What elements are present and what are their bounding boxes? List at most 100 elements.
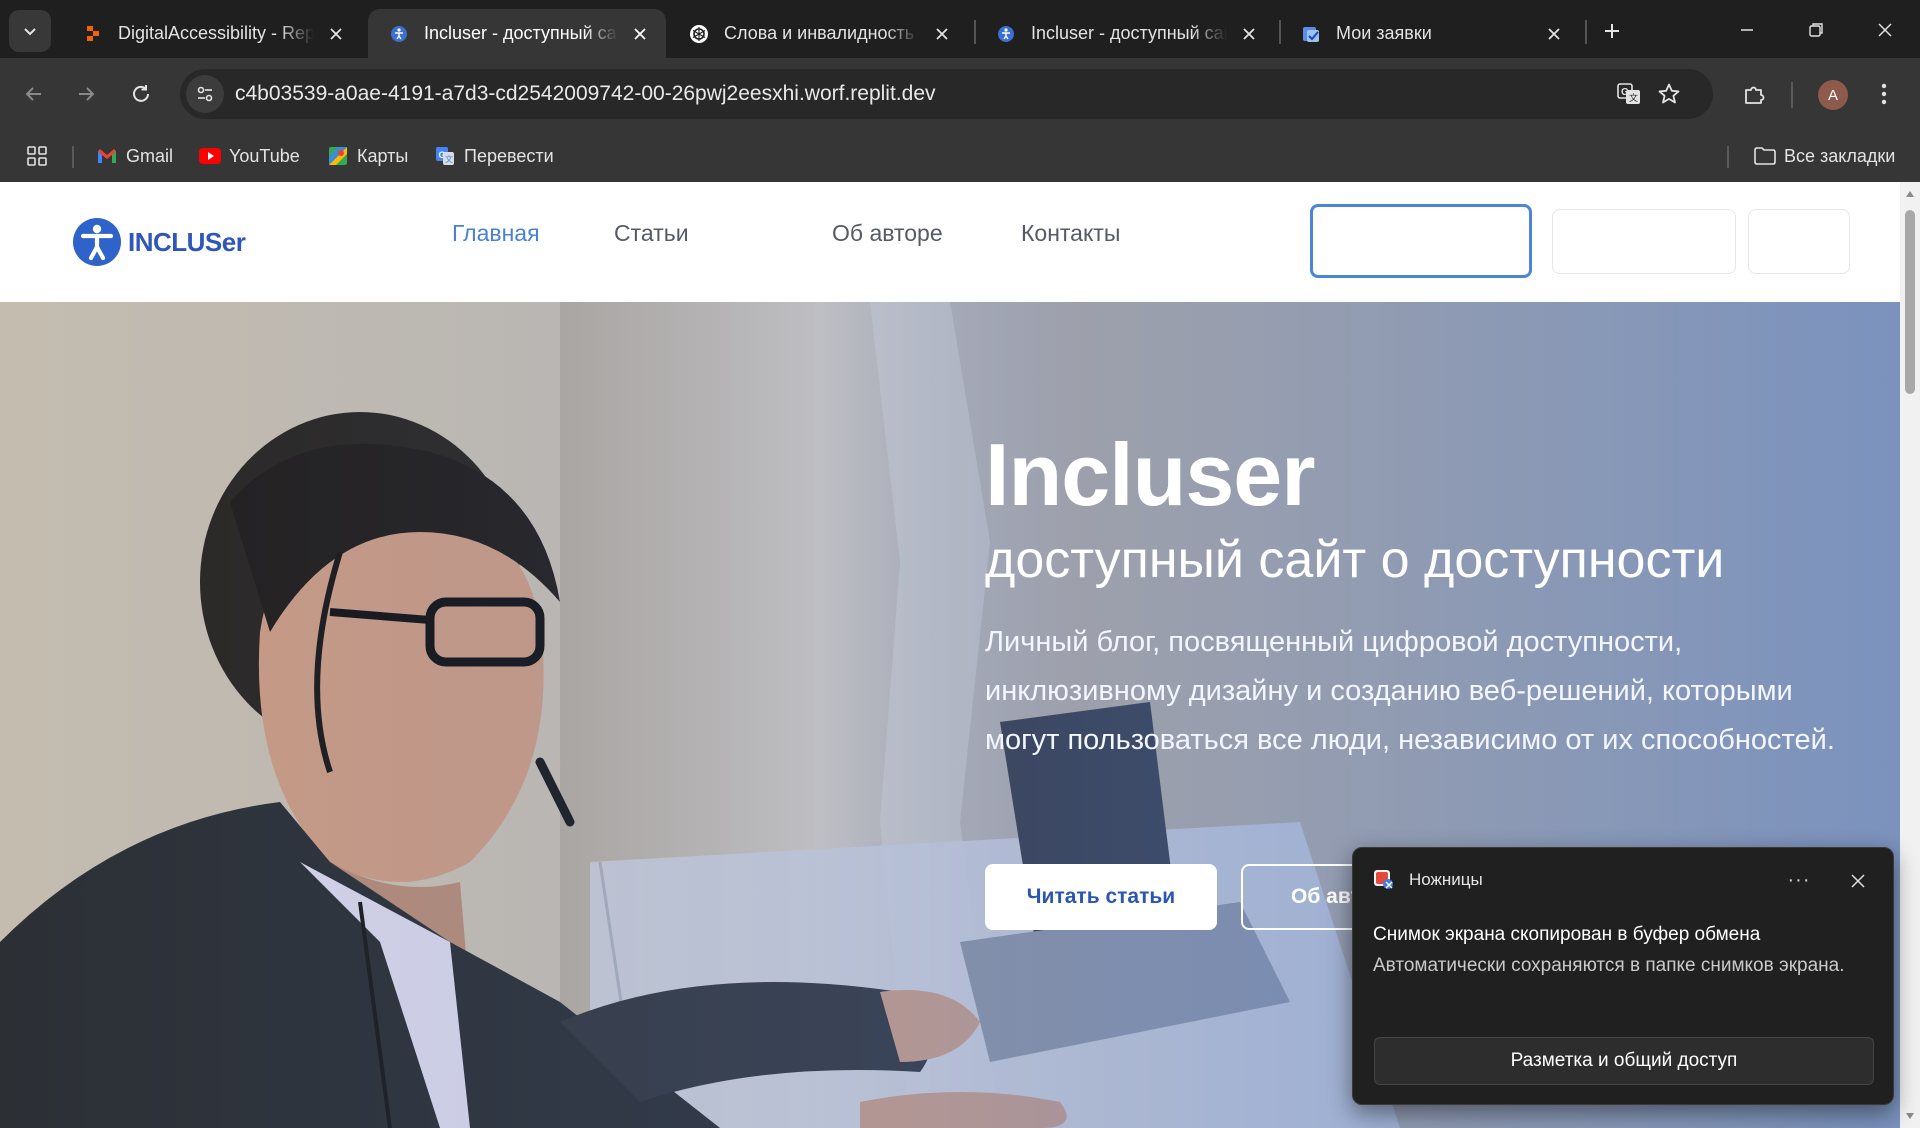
scroll-up-arrow-icon[interactable] <box>1904 188 1916 200</box>
close-tab-icon[interactable] <box>930 22 954 46</box>
incluser-favicon <box>388 23 410 45</box>
chevron-down-icon <box>24 28 36 36</box>
puzzle-icon <box>1745 86 1765 104</box>
browser-window: DigitalAccessibility - Repl Incluser - д… <box>0 0 1920 1128</box>
snipping-tool-icon <box>1374 870 1393 889</box>
plus-icon <box>1605 24 1619 38</box>
replit-icon <box>82 23 104 45</box>
header-button-focused[interactable] <box>1310 204 1532 278</box>
tab-my-requests[interactable]: Мои заявки <box>1280 9 1580 58</box>
header-button[interactable] <box>1748 209 1850 274</box>
tab-strip: DigitalAccessibility - Repl Incluser - д… <box>0 0 1920 58</box>
tab-separator <box>1585 20 1587 44</box>
bookmarks-bar: Gmail YouTube Карты G文 Перевести Все зак… <box>0 130 1920 182</box>
notification-app: Ножницы <box>1373 868 1483 892</box>
address-bar[interactable]: c4b03539-a0ae-4191-a7d3-cd2542009742-00-… <box>180 69 1713 119</box>
bookmark-label: Gmail <box>126 145 174 166</box>
youtube-icon <box>199 145 221 167</box>
notification-title: Снимок экрана скопирован в буфер обмена <box>1373 924 1761 945</box>
tune-icon <box>197 86 213 102</box>
tab-digitalaccessibility[interactable]: DigitalAccessibility - Repl <box>62 9 362 58</box>
tasks-icon <box>1300 23 1322 45</box>
star-icon <box>1658 83 1680 104</box>
page-scrollbar[interactable] <box>1900 182 1920 1128</box>
tab-title: Incluser - доступный сай <box>1031 23 1227 43</box>
close-tab-icon[interactable] <box>628 22 652 46</box>
close-tab-icon[interactable] <box>324 22 348 46</box>
close-window-button[interactable] <box>1862 8 1908 52</box>
markup-share-button[interactable]: Разметка и общий доступ <box>1374 1037 1874 1085</box>
bookmark-maps[interactable]: Карты <box>327 138 408 174</box>
folder-icon <box>1754 145 1776 167</box>
close-tab-icon[interactable] <box>1542 22 1566 46</box>
gmail-icon <box>96 145 118 167</box>
browser-toolbar: c4b03539-a0ae-4191-a7d3-cd2542009742-00-… <box>0 58 1920 130</box>
notification-body: Автоматически сохраняются в папке снимко… <box>1373 955 1845 976</box>
bookmark-translate[interactable]: G文 Перевести <box>434 138 554 174</box>
profile-avatar[interactable]: A <box>1818 80 1848 110</box>
tab-separator <box>974 20 976 44</box>
scroll-down-arrow-icon[interactable] <box>1904 1110 1916 1122</box>
tab-search-button[interactable] <box>9 10 51 52</box>
tab-title: Incluser - доступный сай <box>424 23 618 43</box>
accessibility-logo-icon <box>73 218 121 266</box>
notification-app-name: Ножницы <box>1409 870 1483 889</box>
tab-separator <box>1279 20 1281 44</box>
close-tab-icon[interactable] <box>1237 22 1261 46</box>
tab-incluser[interactable]: Incluser - доступный сай <box>975 9 1275 58</box>
close-icon <box>1878 23 1892 37</box>
nav-home[interactable]: Главная <box>452 220 540 247</box>
tab-title: Мои заявки <box>1336 23 1432 43</box>
all-bookmarks-label: Все закладки <box>1784 145 1896 166</box>
close-notification-button[interactable] <box>1843 866 1873 896</box>
apps-grid-icon <box>27 146 47 166</box>
forward-button[interactable] <box>66 74 106 114</box>
logo-text: INCLUSer <box>128 226 246 257</box>
site-logo[interactable]: INCLUSer <box>72 216 246 268</box>
bookmark-youtube[interactable]: YouTube <box>199 138 300 174</box>
close-icon <box>1851 874 1865 888</box>
bookmark-star-button[interactable] <box>1653 78 1685 110</box>
nav-contacts[interactable]: Контакты <box>1021 220 1120 247</box>
incluser-favicon <box>995 23 1017 45</box>
nav-about[interactable]: Об авторе <box>832 220 943 247</box>
tab-title: DigitalAccessibility - Repl <box>118 23 314 43</box>
toolbar-divider <box>1791 82 1793 108</box>
bookmark-label: YouTube <box>229 145 300 166</box>
bookmark-label: Перевести <box>464 145 554 166</box>
more-vertical-icon <box>1881 83 1887 105</box>
more-options-icon[interactable]: ··· <box>1783 868 1815 892</box>
hero-description: Личный блог, посвященный цифровой доступ… <box>985 626 1835 756</box>
minimize-icon <box>1741 29 1753 31</box>
translate-icon: G文 <box>1617 83 1640 104</box>
browser-menu-button[interactable] <box>1864 74 1904 114</box>
bookmark-label: Карты <box>357 145 409 166</box>
hero-subtitle: доступный сайт о доступности <box>985 531 1725 589</box>
reload-button[interactable] <box>121 74 161 114</box>
tab-incluser-active[interactable]: Incluser - доступный сай <box>368 9 666 58</box>
translate-icon: G文 <box>434 145 456 167</box>
new-tab-button[interactable] <box>1594 13 1630 49</box>
translate-page-button[interactable]: G文 <box>1613 78 1645 110</box>
arrow-left-icon <box>25 87 41 101</box>
header-button[interactable] <box>1552 209 1736 274</box>
url-text[interactable]: c4b03539-a0ae-4191-a7d3-cd2542009742-00-… <box>235 82 936 106</box>
reload-icon <box>133 85 149 102</box>
nav-articles[interactable]: Статьи <box>614 220 689 247</box>
site-header: INCLUSer Главная Статьи Об авторе Контак… <box>0 182 1900 302</box>
extensions-button[interactable] <box>1734 74 1774 114</box>
hero-title: Incluser <box>985 425 1315 524</box>
tab-words-disability[interactable]: Слова и инвалидность <box>668 9 968 58</box>
snipping-notification: Ножницы ··· Снимок экрана скопирован в б… <box>1352 847 1894 1105</box>
bookmarks-separator <box>72 146 74 168</box>
minimize-button[interactable] <box>1724 8 1770 52</box>
read-articles-button[interactable]: Читать статьи <box>985 864 1217 930</box>
scroll-thumb[interactable] <box>1905 210 1915 394</box>
apps-button[interactable] <box>26 138 48 174</box>
restore-button[interactable] <box>1793 8 1839 52</box>
bookmark-gmail[interactable]: Gmail <box>96 138 173 174</box>
back-button[interactable] <box>14 74 54 114</box>
all-bookmarks-button[interactable]: Все закладки <box>1754 138 1895 174</box>
svg-text:文: 文 <box>1629 92 1638 103</box>
site-info-button[interactable] <box>186 75 224 113</box>
